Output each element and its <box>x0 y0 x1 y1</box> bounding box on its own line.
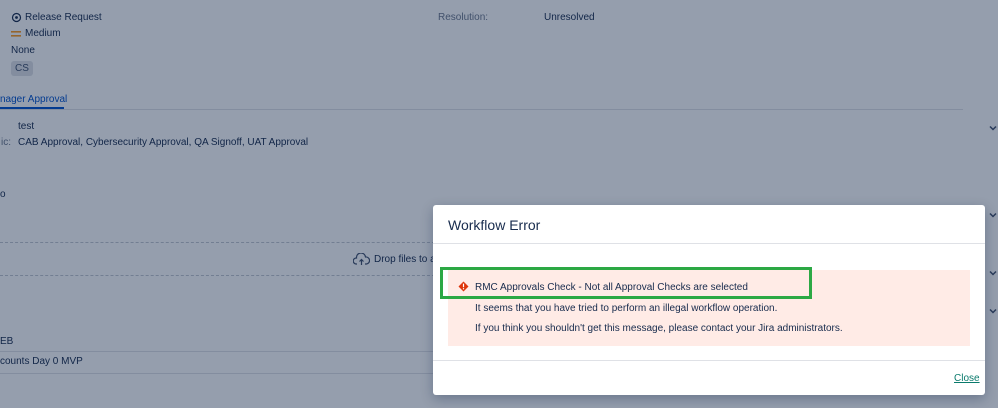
workflow-error-dialog: Workflow Error RMC Approvals Check - Not… <box>433 205 985 395</box>
error-line-2: If you think you shouldn't get this mess… <box>475 323 843 334</box>
highlight-box <box>440 267 812 299</box>
dialog-title: Workflow Error <box>448 217 541 233</box>
close-button[interactable]: Close <box>954 373 980 384</box>
dialog-header: Workflow Error <box>433 205 985 244</box>
error-line-1: It seems that you have tried to perform … <box>475 303 778 314</box>
dialog-footer-divider <box>433 360 985 361</box>
